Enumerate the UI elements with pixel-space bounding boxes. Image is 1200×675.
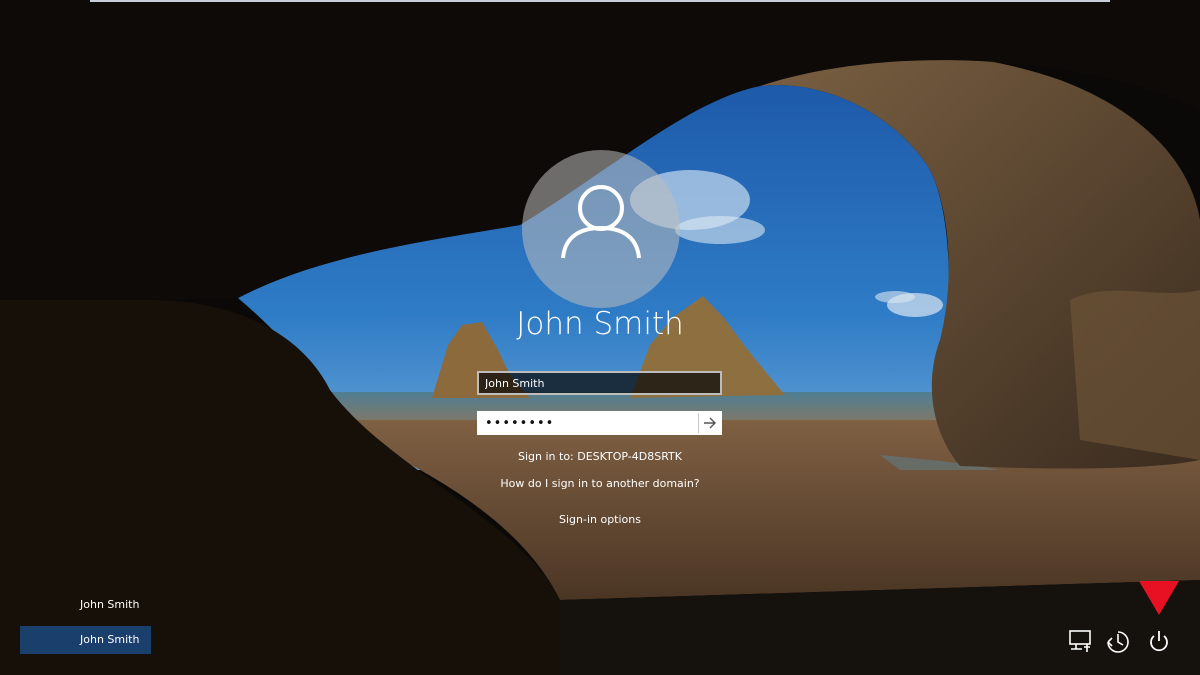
username-input[interactable] — [479, 373, 720, 393]
user-avatar — [522, 150, 680, 308]
username-field[interactable] — [477, 371, 722, 395]
power-icon[interactable] — [1145, 628, 1173, 656]
user-list-item[interactable]: John Smith — [20, 591, 151, 619]
domain-help-link[interactable]: How do I sign in to another domain? — [0, 477, 1200, 490]
top-edge-strip — [90, 0, 1110, 2]
arrow-right-icon — [704, 417, 716, 429]
red-triangle-pointer — [1139, 581, 1179, 615]
user-avatar-icon — [561, 185, 641, 259]
sign-in-to-label: Sign in to: DESKTOP-4D8SRTK — [518, 450, 682, 463]
display-name: John Smith — [516, 306, 684, 342]
password-field[interactable] — [477, 411, 722, 435]
ease-of-access-icon[interactable] — [1104, 628, 1132, 656]
network-icon[interactable] — [1066, 628, 1094, 656]
user-list-item-selected[interactable]: John Smith — [20, 626, 151, 654]
sign-in-options-link[interactable]: Sign-in options — [0, 513, 1200, 526]
password-input[interactable] — [479, 413, 697, 433]
submit-button[interactable] — [698, 413, 720, 433]
